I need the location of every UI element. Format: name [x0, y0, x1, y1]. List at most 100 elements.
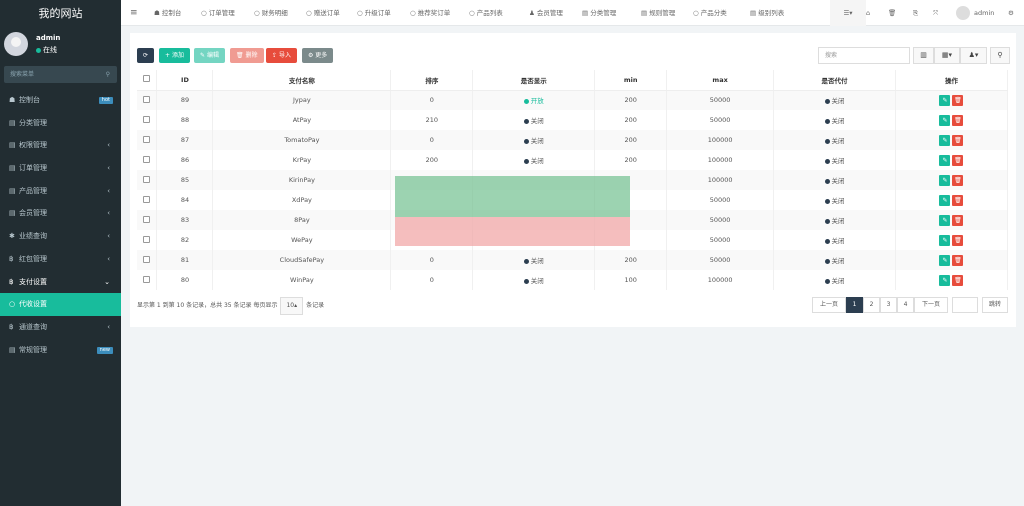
menu-toggle-icon[interactable]: ≡: [130, 0, 138, 26]
top-tab-2[interactable]: ○ 财务明细: [254, 0, 288, 26]
checkbox[interactable]: [143, 255, 151, 263]
cell-show[interactable]: 开放: [472, 90, 596, 110]
column-header[interactable]: 是否显示: [472, 70, 596, 91]
row-checkbox[interactable]: [137, 110, 158, 130]
checkbox[interactable]: [143, 195, 151, 203]
column-header[interactable]: 是否代付: [773, 70, 896, 91]
language-icon[interactable]: ⎘: [913, 0, 918, 26]
more-button[interactable]: ⚙ 更多: [302, 48, 334, 63]
cell-show[interactable]: [472, 230, 596, 250]
delete-icon[interactable]: 🗑: [952, 234, 964, 246]
columns-dropdown-icon[interactable]: ▦▾: [934, 47, 960, 64]
add-button[interactable]: + 添加: [159, 48, 190, 63]
delete-icon[interactable]: 🗑: [952, 94, 964, 106]
cell-show[interactable]: 关闭: [472, 250, 596, 270]
cell-payout[interactable]: 关闭: [773, 150, 896, 170]
prev-page-button[interactable]: 上一页: [812, 297, 846, 313]
toggle-view-icon[interactable]: ▥: [913, 47, 934, 64]
edit-icon[interactable]: ✎: [939, 214, 951, 226]
cell-show[interactable]: 关闭: [472, 110, 596, 130]
checkbox[interactable]: [143, 115, 151, 123]
sidebar-item-11[interactable]: ▤ 常规管理 new: [0, 339, 121, 362]
top-tab-9[interactable]: ▤ 规则管理: [641, 0, 675, 26]
edit-icon[interactable]: ✎: [939, 134, 951, 146]
sidebar-item-7[interactable]: ฿ 红包管理 ‹: [0, 248, 121, 271]
delete-icon[interactable]: 🗑: [952, 174, 964, 186]
cell-show[interactable]: 关闭: [472, 130, 596, 150]
top-tab-5[interactable]: ○ 推荐奖订单: [410, 0, 450, 26]
checkbox[interactable]: [143, 95, 151, 103]
delete-icon[interactable]: 🗑: [952, 134, 964, 146]
select-all-checkbox[interactable]: [137, 70, 158, 91]
trash-icon[interactable]: 🗑: [888, 0, 896, 26]
sidebar-item-9[interactable]: ○ 代收设置: [0, 293, 121, 316]
cell-payout[interactable]: 关闭: [773, 190, 896, 210]
checkbox[interactable]: [143, 275, 151, 283]
sidebar-item-4[interactable]: ▤ 产品管理 ‹: [0, 180, 121, 203]
delete-icon[interactable]: 🗑: [952, 114, 964, 126]
delete-icon[interactable]: 🗑: [952, 274, 964, 286]
row-checkbox[interactable]: [137, 270, 158, 290]
cell-show[interactable]: [472, 190, 596, 210]
sidebar-item-8[interactable]: ฿ 支付设置 ⌄: [0, 271, 121, 294]
top-tab-3[interactable]: ○ 赠送订单: [306, 0, 340, 26]
cell-payout[interactable]: 关闭: [773, 90, 896, 110]
checkbox[interactable]: [143, 75, 151, 83]
sidebar-item-5[interactable]: ▤ 会员管理 ‹: [0, 202, 121, 225]
top-tab-11[interactable]: ▤ 级别列表: [750, 0, 784, 26]
row-checkbox[interactable]: [137, 150, 158, 170]
row-checkbox[interactable]: [137, 130, 158, 150]
row-checkbox[interactable]: [137, 190, 158, 210]
table-search-input[interactable]: 搜索: [818, 47, 910, 64]
page-button-3[interactable]: 3: [880, 297, 897, 313]
export-dropdown-icon[interactable]: ♟▾: [960, 47, 987, 64]
edit-icon[interactable]: ✎: [939, 254, 951, 266]
cell-payout[interactable]: 关闭: [773, 210, 896, 230]
row-checkbox[interactable]: [137, 250, 158, 270]
import-button[interactable]: ⇪ 导入: [266, 48, 297, 63]
edit-icon[interactable]: ✎: [939, 234, 951, 246]
top-tab-7[interactable]: ♟ 会员管理: [529, 0, 563, 26]
checkbox[interactable]: [143, 215, 151, 223]
settings-icon[interactable]: ⚙: [1008, 0, 1014, 26]
sidebar-item-3[interactable]: ▤ 订单管理 ‹: [0, 157, 121, 180]
top-tab-4[interactable]: ○ 升级订单: [357, 0, 391, 26]
sidebar-item-10[interactable]: ฿ 通道查询 ‹: [0, 316, 121, 339]
page-jump-input[interactable]: [952, 297, 978, 313]
delete-icon[interactable]: 🗑: [952, 154, 964, 166]
checkbox[interactable]: [143, 235, 151, 243]
delete-icon[interactable]: 🗑: [952, 194, 964, 206]
cell-payout[interactable]: 关闭: [773, 170, 896, 190]
admin-avatar[interactable]: [956, 6, 970, 20]
column-header[interactable]: max: [666, 70, 775, 91]
column-header[interactable]: ID: [156, 70, 214, 91]
nav-dropdown-button[interactable]: ☰▾: [830, 0, 866, 26]
go-button[interactable]: 跳转: [982, 297, 1008, 313]
edit-icon[interactable]: ✎: [939, 154, 951, 166]
top-tab-0[interactable]: ☗ 控制台: [154, 0, 181, 26]
cell-payout[interactable]: 关闭: [773, 130, 896, 150]
sidebar-search-input[interactable]: 搜索菜单 ⚲: [4, 66, 117, 83]
column-header[interactable]: 排序: [390, 70, 474, 91]
row-checkbox[interactable]: [137, 170, 158, 190]
column-header[interactable]: 支付名称: [212, 70, 392, 91]
top-tab-8[interactable]: ▤ 分类管理: [582, 0, 616, 26]
top-tab-10[interactable]: ○ 产品分类: [693, 0, 727, 26]
sidebar-item-6[interactable]: ✱ 业绩查询 ‹: [0, 225, 121, 248]
edit-icon[interactable]: ✎: [939, 194, 951, 206]
delete-icon[interactable]: 🗑: [952, 254, 964, 266]
sidebar-item-0[interactable]: ☗ 控制台 hot: [0, 89, 121, 112]
edit-icon[interactable]: ✎: [939, 114, 951, 126]
cell-payout[interactable]: 关闭: [773, 230, 896, 250]
cell-payout[interactable]: 关闭: [773, 270, 896, 290]
next-page-button[interactable]: 下一页: [914, 297, 948, 313]
delete-button[interactable]: 🗑 删除: [230, 48, 264, 63]
cell-payout[interactable]: 关闭: [773, 110, 896, 130]
page-button-2[interactable]: 2: [863, 297, 880, 313]
row-checkbox[interactable]: [137, 210, 158, 230]
page-size-select[interactable]: 10▴: [280, 297, 304, 315]
column-header[interactable]: 操作: [895, 70, 1009, 91]
checkbox[interactable]: [143, 175, 151, 183]
admin-user-menu[interactable]: admin: [974, 0, 994, 26]
top-tab-6[interactable]: ○ 产品列表: [469, 0, 503, 26]
